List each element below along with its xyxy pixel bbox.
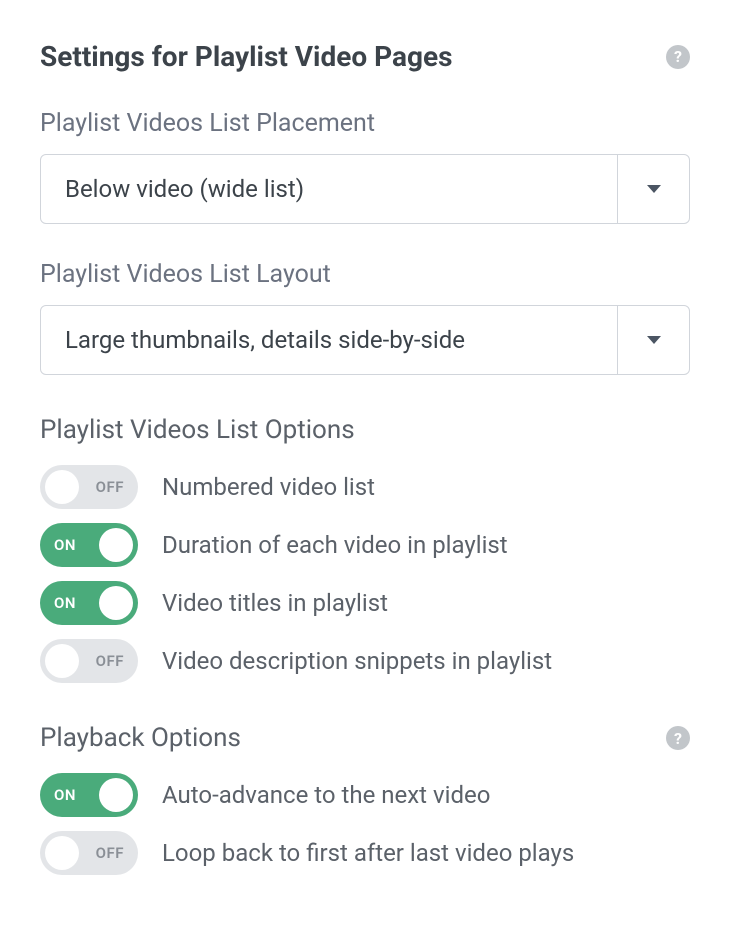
toggle-state-label: ON	[54, 594, 76, 612]
toggle-row-descriptions: OFF Video description snippets in playli…	[40, 639, 690, 683]
toggle-duration[interactable]: ON	[40, 523, 138, 567]
placement-select-arrow[interactable]	[617, 155, 689, 223]
toggle-knob	[99, 528, 133, 562]
toggle-text: Duration of each video in playlist	[162, 531, 508, 559]
toggle-numbered-list[interactable]: OFF	[40, 465, 138, 509]
toggle-knob	[45, 644, 79, 678]
layout-select-value: Large thumbnails, details side-by-side	[41, 306, 617, 374]
toggle-state-label: OFF	[96, 844, 124, 862]
layout-select[interactable]: Large thumbnails, details side-by-side	[40, 305, 690, 375]
list-options-group: OFF Numbered video list ON Duration of e…	[40, 465, 690, 683]
toggle-loop[interactable]: OFF	[40, 831, 138, 875]
layout-select-arrow[interactable]	[617, 306, 689, 374]
caret-down-icon	[647, 185, 661, 193]
toggle-text: Numbered video list	[162, 473, 375, 501]
list-options-title: Playlist Videos List Options	[40, 415, 355, 445]
playback-options-group: ON Auto-advance to the next video OFF Lo…	[40, 773, 690, 875]
toggle-titles[interactable]: ON	[40, 581, 138, 625]
toggle-row-loop: OFF Loop back to first after last video …	[40, 831, 690, 875]
toggle-row-titles: ON Video titles in playlist	[40, 581, 690, 625]
help-icon[interactable]: ?	[666, 726, 690, 750]
list-options-header: Playlist Videos List Options	[40, 415, 690, 445]
toggle-knob	[99, 778, 133, 812]
toggle-row-duration: ON Duration of each video in playlist	[40, 523, 690, 567]
toggle-autoadvance[interactable]: ON	[40, 773, 138, 817]
toggle-knob	[99, 586, 133, 620]
settings-title: Settings for Playlist Video Pages	[40, 40, 453, 73]
toggle-state-label: OFF	[96, 478, 124, 496]
toggle-descriptions[interactable]: OFF	[40, 639, 138, 683]
help-icon[interactable]: ?	[666, 45, 690, 69]
playback-options-header: Playback Options ?	[40, 723, 690, 753]
layout-label: Playlist Videos List Layout	[40, 260, 690, 289]
toggle-knob	[45, 470, 79, 504]
placement-select-value: Below video (wide list)	[41, 155, 617, 223]
toggle-knob	[45, 836, 79, 870]
caret-down-icon	[647, 336, 661, 344]
toggle-state-label: OFF	[96, 652, 124, 670]
placement-select[interactable]: Below video (wide list)	[40, 154, 690, 224]
toggle-row-numbered: OFF Numbered video list	[40, 465, 690, 509]
toggle-text: Video description snippets in playlist	[162, 647, 552, 675]
settings-section-header: Settings for Playlist Video Pages ?	[40, 40, 690, 73]
toggle-state-label: ON	[54, 786, 76, 804]
toggle-row-autoadvance: ON Auto-advance to the next video	[40, 773, 690, 817]
toggle-text: Loop back to first after last video play…	[162, 839, 574, 867]
placement-label: Playlist Videos List Placement	[40, 109, 690, 138]
toggle-state-label: ON	[54, 536, 76, 554]
toggle-text: Auto-advance to the next video	[162, 781, 490, 809]
playback-options-title: Playback Options	[40, 723, 241, 753]
toggle-text: Video titles in playlist	[162, 589, 388, 617]
